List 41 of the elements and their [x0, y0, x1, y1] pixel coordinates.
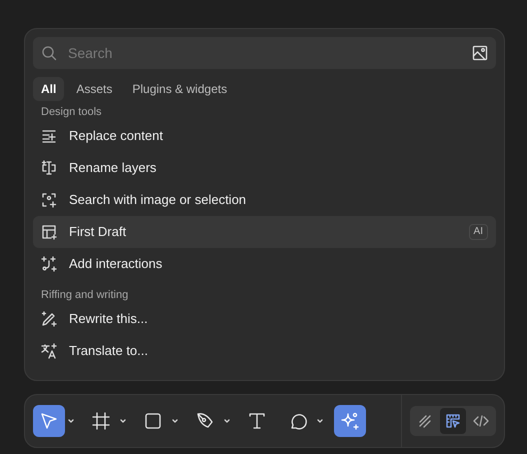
scribble-icon [417, 413, 433, 429]
item-label: Search with image or selection [69, 191, 248, 210]
menu-item[interactable]: First Draft AI [33, 216, 496, 248]
menu-item[interactable]: Rewrite this... [33, 303, 496, 335]
item-label: Add interactions [69, 255, 164, 274]
rectangle-icon [143, 411, 163, 431]
menu-item[interactable]: Add interactions [33, 248, 496, 280]
filter-tab[interactable]: Assets [68, 77, 120, 101]
text-cursor-icon [41, 160, 57, 176]
search-field[interactable]: Search [33, 37, 496, 69]
search-icon [41, 45, 57, 61]
item-label: Rewrite this... [69, 310, 149, 328]
item-label: Replace content [69, 127, 164, 146]
section-heading: Riffing and writing [40, 288, 130, 303]
cursor-arrow-icon [39, 411, 59, 431]
filter-tab[interactable]: Plugins & widgets [124, 77, 236, 101]
ai-badge: AI [468, 224, 488, 240]
menu-item[interactable]: Search with image or selection [33, 184, 496, 216]
ruler-cursor-icon [445, 413, 461, 429]
translate-icon [41, 343, 57, 359]
text-icon [247, 411, 267, 431]
dashed-frame-icon [41, 192, 57, 208]
section-heading: Design tools [40, 105, 103, 120]
mode-button[interactable] [440, 408, 466, 434]
menu-item[interactable]: Translate to... [33, 335, 496, 367]
tool-button[interactable] [334, 405, 366, 437]
image-icon[interactable] [472, 45, 488, 61]
item-label: Rename layers [69, 159, 158, 178]
menu-item[interactable]: Replace content [33, 120, 496, 152]
tool-button[interactable] [33, 405, 65, 437]
pencil-sparkle-icon [41, 311, 57, 327]
sparkle-path-icon [41, 256, 57, 272]
sparkle-lines-icon [41, 128, 57, 144]
layout-plus-icon [41, 224, 57, 240]
item-label: Translate to... [69, 342, 149, 360]
code-icon [473, 413, 489, 429]
frame-icon [91, 411, 111, 431]
filter-tab[interactable]: All [33, 77, 64, 101]
menu-item[interactable]: Rename layers [33, 152, 496, 184]
sparkle-icon [340, 411, 360, 431]
item-label: First Draft [69, 223, 128, 242]
